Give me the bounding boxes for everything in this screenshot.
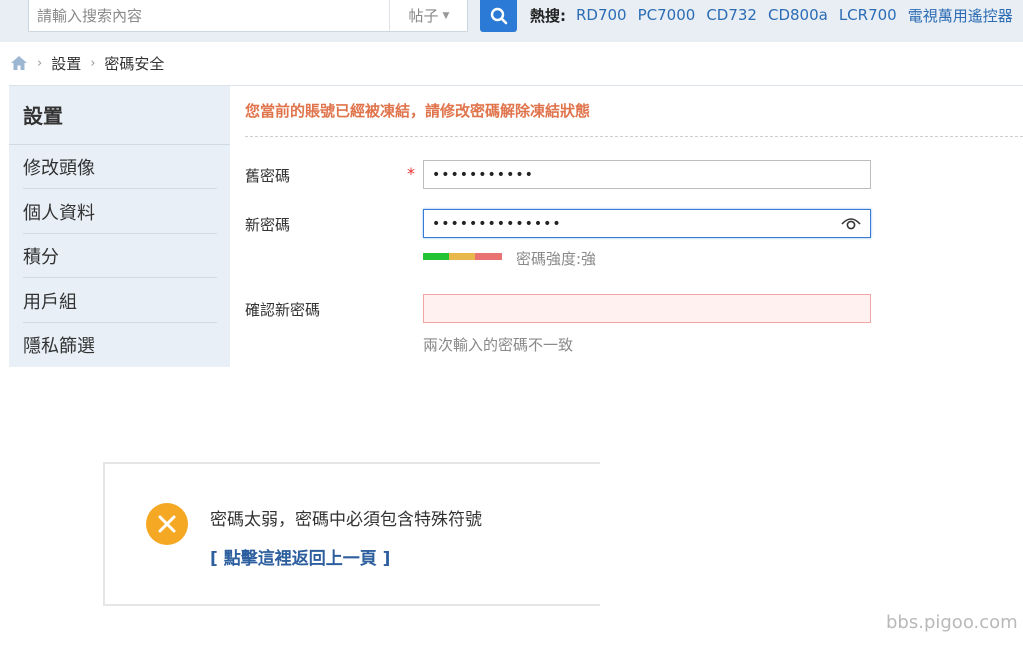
confirm-password-input[interactable] [423,294,871,323]
strength-segment-1 [423,253,449,260]
strength-segment-2 [449,253,475,260]
hot-search: 熱搜: RD700 PC7000 CD732 CD800a LCR700 電視萬… [530,0,1023,30]
search-button[interactable] [480,0,517,32]
top-bar: 帖子 ▼ 熱搜: RD700 PC7000 CD732 CD800a LCR70… [0,0,1023,42]
hot-link[interactable]: CD732 [706,6,757,24]
chevron-down-icon: ▼ [442,10,450,21]
password-mismatch-hint: 兩次輸入的密碼不一致 [423,336,574,354]
frozen-account-alert: 您當前的賬號已經被凍結，請修改密碼解除凍結狀態 [245,102,591,120]
sidebar-item-credits[interactable]: 積分 [23,234,217,278]
chevron-right-icon: › [37,55,43,71]
sidebar-item-avatar[interactable]: 修改頭像 [23,145,217,189]
new-password-input[interactable] [423,209,871,238]
hot-link[interactable]: CD800a [768,6,828,24]
required-marker: * [407,164,415,183]
new-password-label: 新密碼 [245,216,291,234]
error-circle-icon [146,503,188,545]
chevron-right-icon: › [90,55,96,71]
dialog-message: 密碼太弱，密碼中必須包含特殊符號 [210,510,482,530]
sidebar-item-profile[interactable]: 個人資料 [23,190,217,234]
sidebar: 設置 修改頭像 個人資料 積分 用戶組 隱私篩選 [9,86,230,367]
hot-link[interactable]: PC7000 [638,6,696,24]
old-password-label: 舊密碼 [245,167,291,185]
back-link[interactable]: [ 點擊這裡返回上一頁 ] [210,544,390,569]
hot-link[interactable]: 電視萬用遙控器 [908,5,1013,26]
confirm-password-label: 確認新密碼 [245,301,321,319]
sidebar-title: 設置 [23,104,63,128]
sidebar-item-privacy[interactable]: 隱私篩選 [23,323,217,367]
search-icon [490,7,507,25]
hot-link[interactable]: RD700 [576,6,627,24]
eye-icon[interactable] [840,214,862,232]
sidebar-item-usergroup[interactable]: 用戶組 [23,279,217,323]
search-box: 帖子 ▼ [28,0,468,32]
search-scope-select[interactable]: 帖子 ▼ [389,0,468,31]
password-strength-text: 密碼強度:強 [516,250,597,268]
strength-segment-3 [475,253,502,260]
search-input[interactable] [29,0,387,31]
old-password-input[interactable] [423,160,871,189]
breadcrumb-settings[interactable]: 設置 [51,53,81,74]
breadcrumb: › 設置 › 密碼安全 [10,52,164,74]
breadcrumb-password-security[interactable]: 密碼安全 [104,53,164,74]
form-divider [245,136,1023,137]
hot-search-label: 熱搜: [530,6,566,25]
error-dialog: 密碼太弱，密碼中必須包含特殊符號 [ 點擊這裡返回上一頁 ] [103,462,600,606]
home-icon[interactable] [10,55,28,71]
watermark: bbs.pigoo.com [886,612,1018,633]
search-scope-label: 帖子 [408,7,439,25]
hot-link[interactable]: LCR700 [839,6,897,24]
